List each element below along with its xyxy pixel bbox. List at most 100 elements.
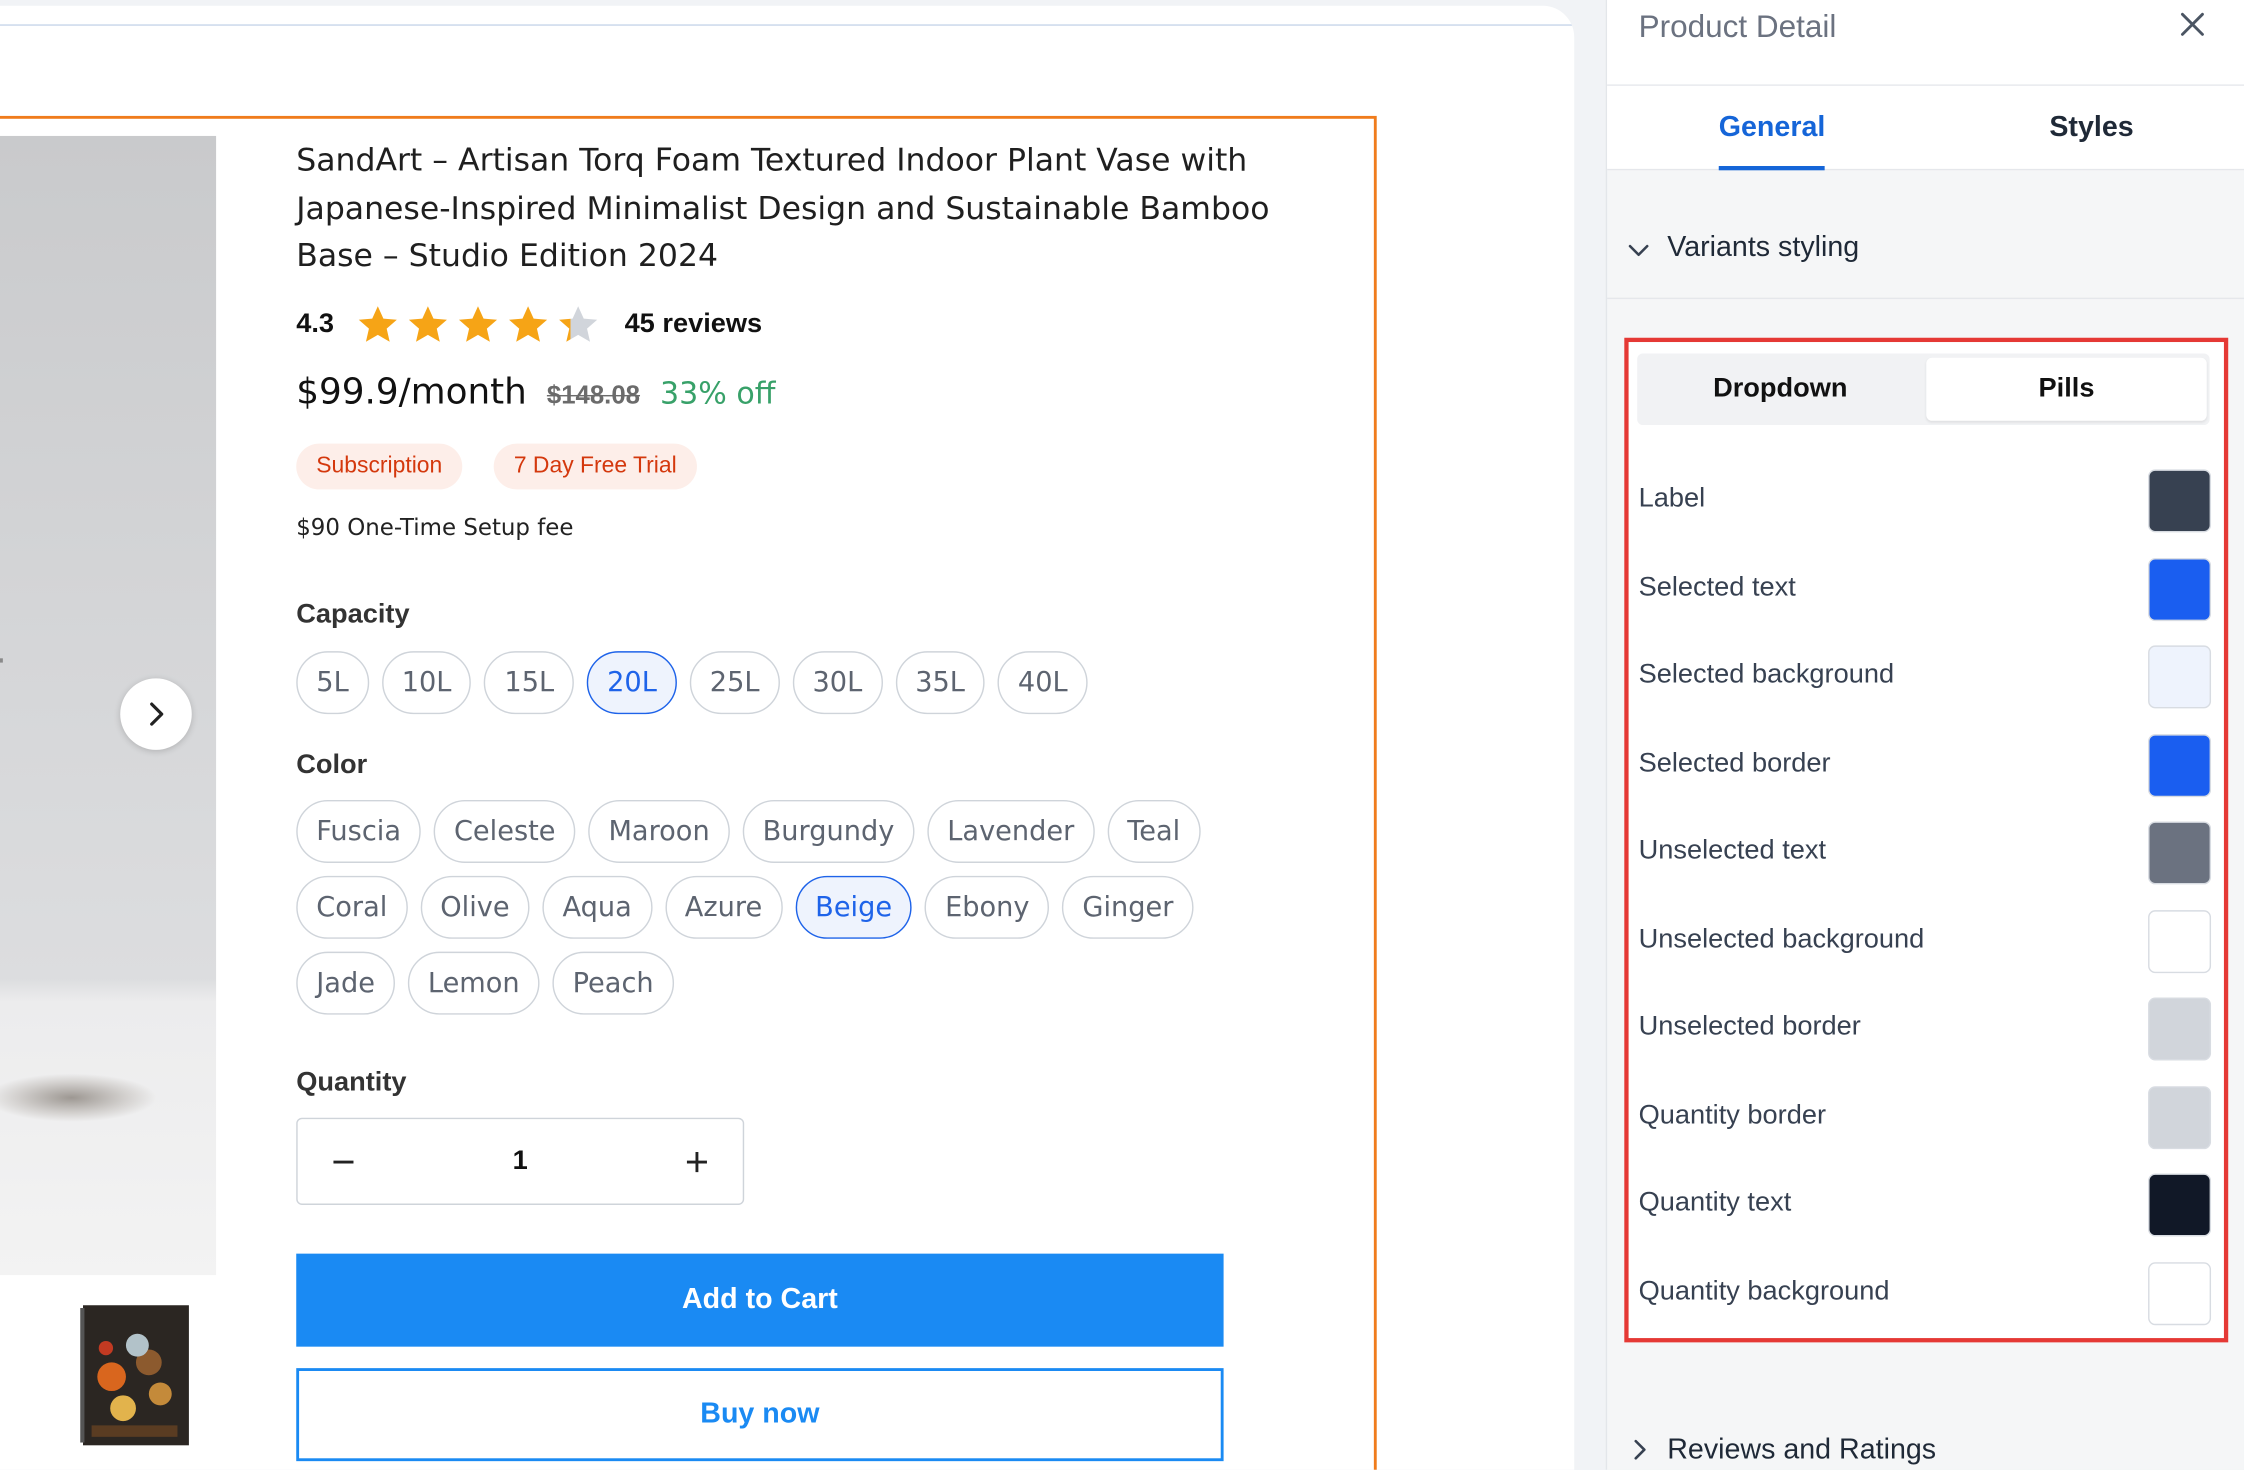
free-trial-badge: 7 Day Free Trial [493,443,697,490]
color-setting-label: Quantity border [1638,1099,1827,1130]
capacity-option[interactable]: 35L [895,651,985,715]
capacity-option[interactable]: 30L [792,651,883,715]
color-swatch[interactable] [2148,1173,2212,1237]
variants-styling-section-header[interactable]: Variants styling [1607,200,2244,300]
canvas-divider [0,24,1575,26]
capacity-option[interactable]: 20L [587,651,677,715]
color-option[interactable]: Teal [1107,799,1201,863]
color-option[interactable]: Coral [296,875,408,939]
price: $99.9/month [296,370,527,413]
color-option[interactable]: Ginger [1062,875,1194,939]
panel-tabs: General Styles [1607,85,2244,171]
panel-title: Product Detail [1638,8,1837,45]
color-option[interactable]: Celeste [433,799,576,863]
active-tab-indicator [1718,166,1825,171]
rating-row: 4.3 45 reviews [296,301,762,350]
price-row: $99.9/month $148.08 33% off [296,371,775,413]
rating-stars [357,303,607,346]
capacity-label: Capacity [296,599,410,630]
color-option[interactable]: Olive [420,875,530,939]
chevron-down-icon [1628,244,1649,257]
color-option[interactable]: Lemon [407,951,540,1015]
product-detail: SandArt – Artisan Torq Foam Textured Ind… [296,137,1326,1462]
panel-header: Product Detail [1607,0,2244,86]
color-swatch[interactable] [2148,733,2212,797]
tab-styles[interactable]: Styles [2049,112,2133,145]
star-icon [359,306,398,342]
color-option[interactable]: Peach [552,951,674,1015]
color-setting-label: Unselected border [1638,1011,1861,1042]
color-option[interactable]: Aqua [542,875,652,939]
color-setting-label: Label [1638,483,1706,514]
color-setting-row: Selected text [1639,553,2217,641]
capacity-option[interactable]: 15L [484,651,575,715]
variants-styling-title: Variants styling [1667,231,1860,264]
compare-price: $148.08 [546,380,641,410]
capacity-option[interactable]: 25L [689,651,780,715]
color-setting-row: Label [1639,465,2217,553]
color-option[interactable]: Fuscia [296,799,422,863]
star-icon [459,306,498,342]
color-setting-label: Selected background [1638,659,1895,690]
color-options: Fuscia Celeste Maroon Burgundy Lavender Teal C… [296,799,1226,1028]
color-swatch[interactable] [2148,821,2212,885]
close-button[interactable] [2174,6,2211,43]
color-setting-row: Selected background [1639,641,2217,729]
color-setting-row: Quantity background [1639,1257,2217,1345]
color-option[interactable]: Burgundy [742,799,915,863]
setup-fee: $90 One-Time Setup fee [296,513,574,541]
reviews-ratings-title: Reviews and Ratings [1667,1433,1937,1466]
color-label: Color [296,749,368,780]
tab-general[interactable]: General [1719,112,1826,145]
color-settings-list: Label Selected text Selected background Sel… [1639,465,2217,1345]
reviews-ratings-section-header[interactable]: Reviews and Ratings [1607,1417,2244,1470]
color-setting-row: Quantity text [1639,1169,2217,1257]
capacity-option[interactable]: 10L [381,651,472,715]
quantity-label: Quantity [296,1067,407,1098]
color-option[interactable]: Jade [296,951,395,1015]
color-setting-label: Unselected background [1638,923,1925,954]
buy-now-button[interactable]: Buy now [296,1368,1224,1462]
capacity-option[interactable]: 40L [997,651,1088,715]
color-option[interactable]: Maroon [588,799,730,863]
color-swatch[interactable] [2148,1261,2212,1325]
star-icon [509,306,548,342]
discount-label: 33% off [660,376,776,411]
color-swatch[interactable] [2148,469,2212,533]
color-setting-label: Quantity background [1638,1275,1890,1306]
quantity-decrement-button[interactable] [328,1146,359,1177]
color-option[interactable]: Beige [795,875,913,939]
color-swatch[interactable] [2148,909,2212,973]
color-setting-label: Selected text [1638,571,1796,602]
product-title: SandArt – Artisan Torq Foam Textured Ind… [296,143,1270,275]
editor-stage: SandArt – Artisan Torq Foam Textured Ind… [0,0,2244,1470]
rating-value: 4.3 [296,309,335,340]
color-option[interactable]: Azure [664,875,783,939]
tab-pills[interactable]: Pills [1926,357,2207,421]
star-icon [409,306,448,342]
color-setting-row: Quantity border [1639,1081,2217,1169]
color-swatch[interactable] [2148,557,2212,621]
color-swatch[interactable] [2148,645,2212,709]
color-setting-row: Unselected text [1639,817,2217,905]
color-option[interactable]: Ebony [925,875,1050,939]
style-type-switch: Dropdown Pills [1637,353,2210,426]
color-setting-label: Unselected text [1638,835,1827,866]
quantity-increment-button[interactable] [681,1146,712,1177]
color-swatch[interactable] [2148,997,2212,1061]
quantity-value[interactable]: 1 [513,1146,528,1177]
color-setting-label: Quantity text [1638,1187,1792,1218]
color-option[interactable]: Lavender [927,799,1095,863]
add-to-cart-button[interactable]: Add to Cart [296,1253,1224,1347]
capacity-option[interactable]: 5L [296,651,369,715]
color-swatch[interactable] [2148,1085,2212,1149]
subscription-badge: Subscription [296,443,463,490]
star-icon [559,306,598,342]
tab-dropdown[interactable]: Dropdown [1637,353,1923,425]
product-detail-panel: Product Detail General Styles Variants s… [1605,0,2244,1470]
close-icon [2180,12,2204,36]
capacity-options: 5L 10L 15L 20L 25L 30L 35L 40L [296,651,1226,727]
preview-canvas: SandArt – Artisan Torq Foam Textured Ind… [0,5,1575,1470]
quantity-stepper: 1 [296,1117,745,1205]
reviews-link[interactable]: 45 reviews [625,309,763,340]
